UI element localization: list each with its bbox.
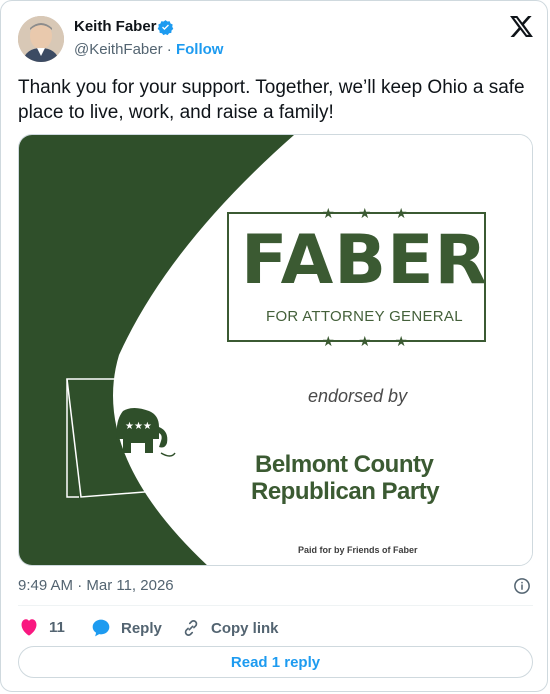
like-count: 11 bbox=[49, 618, 65, 636]
avatar[interactable] bbox=[18, 16, 64, 62]
copy-link-label: Copy link bbox=[211, 619, 279, 637]
stars-top: ★ ★ ★ bbox=[322, 205, 418, 221]
heart-icon bbox=[21, 619, 37, 636]
svg-text:★★★: ★★★ bbox=[125, 421, 152, 432]
tweet-text: Thank you for your support. Together, we… bbox=[18, 77, 525, 123]
divider bbox=[18, 605, 533, 606]
stars-bottom: ★ ★ ★ bbox=[322, 333, 418, 349]
tweet-media-image[interactable]: ★★★ ★ ★ ★ FABER FOR ATTORNEY GENERAL ★ ★… bbox=[18, 134, 533, 566]
media-subheadline: FOR ATTORNEY GENERAL bbox=[266, 308, 463, 325]
author-handle[interactable]: @KeithFaber bbox=[74, 41, 163, 58]
x-logo-icon[interactable] bbox=[510, 16, 533, 37]
info-icon[interactable] bbox=[513, 577, 531, 595]
disclaimer-text: Paid for by Friends of Faber bbox=[298, 545, 418, 555]
endorsed-text: endorsed by bbox=[308, 386, 408, 406]
like-button[interactable]: 11 bbox=[19, 618, 65, 636]
reply-bubble-icon bbox=[92, 619, 110, 637]
party-line-2: Republican Party bbox=[251, 478, 440, 505]
meta-separator: · bbox=[166, 41, 172, 58]
reply-label: Reply bbox=[121, 619, 162, 637]
party-line-1: Belmont County bbox=[255, 451, 434, 478]
reply-button[interactable]: Reply bbox=[91, 618, 162, 638]
link-icon bbox=[184, 620, 198, 636]
media-headline: FABER bbox=[241, 221, 488, 300]
author-name[interactable]: Keith Faber bbox=[74, 18, 157, 35]
tweet-card: Keith Faber @KeithFaber · Follow Thank y… bbox=[0, 0, 548, 692]
tweet-timestamp[interactable]: 9:49 AM · Mar 11, 2026 bbox=[18, 577, 174, 594]
author-meta: @KeithFaber · Follow bbox=[74, 41, 223, 58]
read-replies-button[interactable]: Read 1 reply bbox=[18, 646, 533, 678]
copy-link-button[interactable]: Copy link bbox=[181, 618, 279, 638]
follow-button[interactable]: Follow bbox=[176, 41, 224, 58]
verified-badge-icon bbox=[157, 20, 174, 36]
